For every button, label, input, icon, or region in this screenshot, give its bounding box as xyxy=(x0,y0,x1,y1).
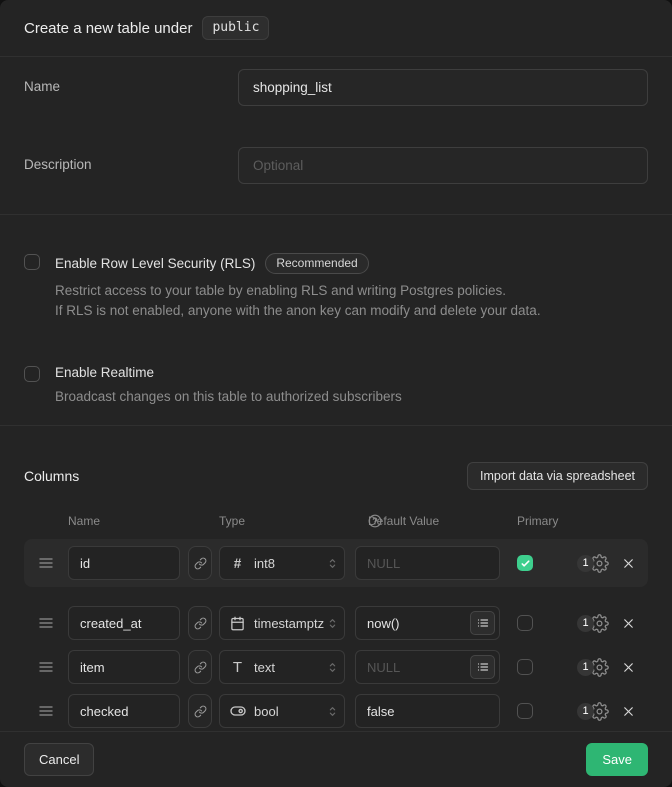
rls-desc-line2: If RLS is not enabled, anyone with the a… xyxy=(55,301,541,321)
drag-handle-icon[interactable] xyxy=(38,615,54,631)
realtime-description: Broadcast changes on this table to autho… xyxy=(55,387,402,407)
primary-checkbox[interactable] xyxy=(517,615,533,631)
settings-count-badge: 1 xyxy=(577,615,594,632)
rls-copy: Enable Row Level Security (RLS) Recommen… xyxy=(55,253,541,321)
primary-checkbox[interactable] xyxy=(517,659,533,675)
text-type-icon: T xyxy=(229,659,246,676)
column-row-item: T text 1 xyxy=(24,650,648,684)
column-type-select[interactable]: bool xyxy=(219,694,345,728)
import-spreadsheet-button[interactable]: Import data via spreadsheet xyxy=(467,462,648,490)
chevron-up-down-icon xyxy=(326,617,339,630)
column-default-input[interactable] xyxy=(355,694,500,728)
column-type-label: text xyxy=(254,660,275,675)
realtime-block: Enable Realtime Broadcast changes on thi… xyxy=(24,365,648,407)
column-row-checked: bool 1 xyxy=(24,694,648,728)
foreign-key-icon[interactable] xyxy=(188,606,212,640)
rls-description: Restrict access to your table by enablin… xyxy=(55,281,541,321)
column-default-input[interactable] xyxy=(355,546,500,580)
column-type-select[interactable]: T text xyxy=(219,650,345,684)
create-table-dialog: Create a new table under public Name Des… xyxy=(0,0,672,787)
rls-block: Enable Row Level Security (RLS) Recommen… xyxy=(24,253,648,321)
security-section: Enable Row Level Security (RLS) Recommen… xyxy=(0,215,672,426)
number-type-icon: # xyxy=(229,556,246,571)
realtime-title: Enable Realtime xyxy=(55,365,154,380)
column-name-input[interactable] xyxy=(68,650,180,684)
drag-handle-icon[interactable] xyxy=(38,555,54,571)
table-name-input[interactable] xyxy=(238,69,648,106)
delete-column-button[interactable] xyxy=(621,616,636,631)
help-circle-icon[interactable] xyxy=(368,514,382,528)
header-name: Name xyxy=(68,514,100,528)
schema-badge: public xyxy=(202,16,269,40)
table-description-input[interactable] xyxy=(238,147,648,184)
default-suggestions-icon[interactable] xyxy=(470,611,495,635)
column-row-id: # int8 1 xyxy=(24,546,648,580)
column-type-label: timestamptz xyxy=(254,616,324,631)
description-label: Description xyxy=(24,147,238,172)
column-default-wrap xyxy=(355,650,500,684)
default-suggestions-icon[interactable] xyxy=(470,655,495,679)
column-type-select[interactable]: timestamptz xyxy=(219,606,345,640)
realtime-checkbox[interactable] xyxy=(24,366,40,382)
columns-section: Columns Import data via spreadsheet Name… xyxy=(0,426,672,731)
primary-checkbox[interactable] xyxy=(517,703,533,719)
foreign-key-icon[interactable] xyxy=(188,650,212,684)
drag-handle-icon[interactable] xyxy=(38,703,54,719)
foreign-key-icon[interactable] xyxy=(188,546,212,580)
column-settings-button[interactable]: 1 xyxy=(577,702,609,721)
table-info-section: Name Description xyxy=(0,57,672,215)
delete-column-button[interactable] xyxy=(621,704,636,719)
realtime-copy: Enable Realtime Broadcast changes on thi… xyxy=(55,365,402,407)
columns-title: Columns xyxy=(24,468,79,484)
delete-column-button[interactable] xyxy=(621,556,636,571)
name-label: Name xyxy=(24,69,238,94)
dialog-footer: Cancel Save xyxy=(0,731,672,787)
dialog-title: Create a new table under xyxy=(24,20,192,37)
column-type-label: bool xyxy=(254,704,279,719)
name-row: Name xyxy=(24,69,648,106)
save-button[interactable]: Save xyxy=(586,743,648,776)
chevron-up-down-icon xyxy=(326,557,339,570)
calendar-type-icon xyxy=(229,616,246,631)
column-type-select[interactable]: # int8 xyxy=(219,546,345,580)
foreign-key-icon[interactable] xyxy=(188,694,212,728)
dialog-header: Create a new table under public xyxy=(0,0,672,57)
column-settings-button[interactable]: 1 xyxy=(577,614,609,633)
header-primary: Primary xyxy=(517,514,558,528)
primary-checkbox[interactable] xyxy=(517,555,533,571)
column-default-wrap xyxy=(355,694,500,728)
column-name-input[interactable] xyxy=(68,606,180,640)
chevron-up-down-icon xyxy=(326,661,339,674)
settings-count-badge: 1 xyxy=(577,555,594,572)
chevron-up-down-icon xyxy=(326,705,339,718)
recommended-badge: Recommended xyxy=(265,253,368,274)
column-row-created-at: timestamptz 1 xyxy=(24,606,648,640)
boolean-type-icon xyxy=(229,703,246,719)
column-row-highlight: # int8 1 xyxy=(24,539,648,587)
column-type-label: int8 xyxy=(254,556,275,571)
settings-count-badge: 1 xyxy=(577,703,594,720)
delete-column-button[interactable] xyxy=(621,660,636,675)
header-type: Type xyxy=(219,514,245,528)
rls-desc-line1: Restrict access to your table by enablin… xyxy=(55,281,541,301)
settings-count-badge: 1 xyxy=(577,659,594,676)
column-default-wrap xyxy=(355,606,500,640)
column-name-input[interactable] xyxy=(68,546,180,580)
column-name-input[interactable] xyxy=(68,694,180,728)
columns-table-headers: Name Type Default Value Primary xyxy=(24,514,648,527)
cancel-button[interactable]: Cancel xyxy=(24,743,94,776)
column-settings-button[interactable]: 1 xyxy=(577,658,609,677)
rls-checkbox[interactable] xyxy=(24,254,40,270)
column-settings-button[interactable]: 1 xyxy=(577,554,609,573)
rls-title: Enable Row Level Security (RLS) xyxy=(55,256,255,271)
column-rows: # int8 1 xyxy=(24,539,648,728)
description-row: Description xyxy=(24,147,648,184)
column-default-wrap xyxy=(355,546,500,580)
drag-handle-icon[interactable] xyxy=(38,659,54,675)
